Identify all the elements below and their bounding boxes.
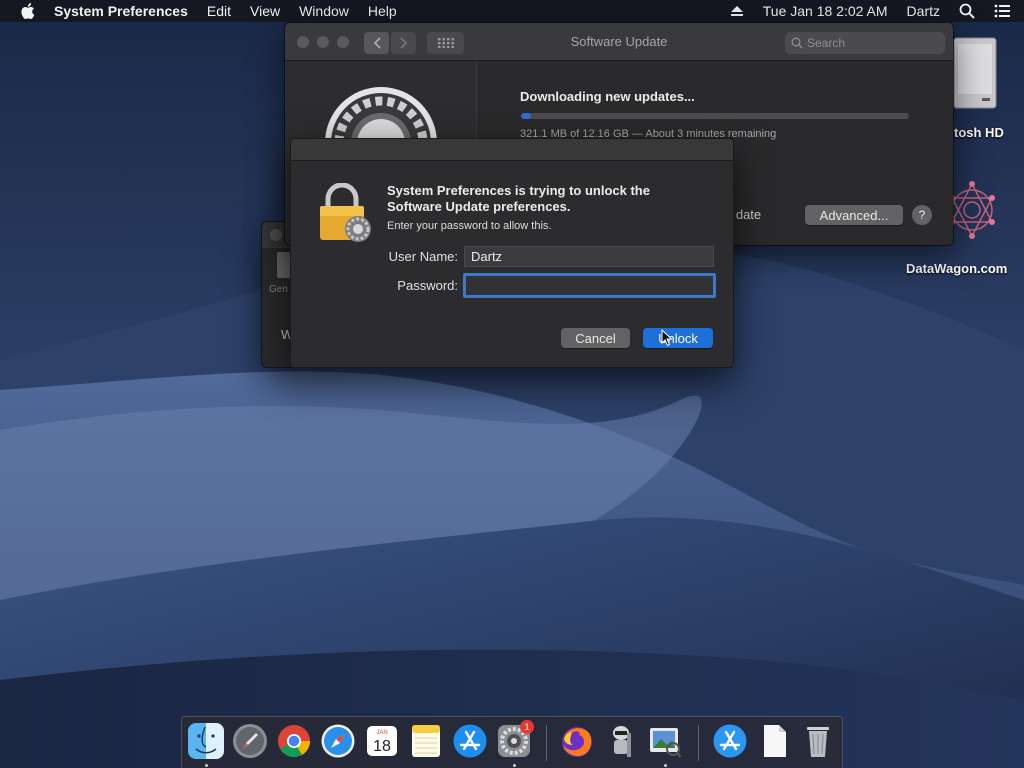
- menu-view[interactable]: View: [250, 3, 280, 19]
- firefox-icon[interactable]: [559, 723, 595, 759]
- hard-drive-label[interactable]: tosh HD: [954, 125, 1004, 140]
- document-icon[interactable]: [756, 723, 792, 759]
- back-window-pane-icon: [277, 252, 291, 278]
- menubar-clock[interactable]: Tue Jan 18 2:02 AM: [763, 3, 888, 19]
- spotlight-search-icon[interactable]: [959, 3, 975, 19]
- dialog-titlebar[interactable]: [291, 139, 733, 161]
- menu-bar: System Preferences Edit View Window Help…: [0, 0, 1024, 22]
- preview-icon[interactable]: [647, 723, 683, 759]
- username-label: User Name:: [388, 249, 458, 264]
- menubar-user[interactable]: Dartz: [907, 3, 940, 19]
- preview-running-indicator: [664, 764, 667, 767]
- app-store-icon[interactable]: [452, 723, 488, 759]
- username-field[interactable]: Dartz: [464, 246, 714, 267]
- help-button[interactable]: ?: [912, 205, 932, 225]
- safari-icon[interactable]: [320, 723, 356, 759]
- cancel-button[interactable]: Cancel: [561, 328, 630, 348]
- calendar-icon[interactable]: JAN 18: [364, 723, 400, 759]
- password-field[interactable]: [463, 273, 716, 298]
- authentication-dialog[interactable]: System Preferences is trying to unlock t…: [290, 138, 734, 368]
- calendar-month: JAN: [376, 730, 387, 736]
- menu-app-name[interactable]: System Preferences: [54, 3, 188, 19]
- menu-help[interactable]: Help: [368, 3, 397, 19]
- menu-window[interactable]: Window: [299, 3, 349, 19]
- system-preferences-badge: 1: [520, 720, 534, 734]
- datawagon-label[interactable]: DataWagon.com: [906, 261, 1007, 276]
- search-placeholder: Search: [807, 36, 846, 50]
- chrome-icon[interactable]: [276, 723, 312, 759]
- system-preferences-running-indicator: [513, 764, 516, 767]
- advanced-button[interactable]: Advanced...: [805, 205, 903, 225]
- notification-center-icon[interactable]: [994, 3, 1010, 19]
- dock-separator-2: [698, 725, 699, 761]
- apple-menu-icon[interactable]: [19, 2, 35, 20]
- launchpad-icon[interactable]: [232, 723, 268, 759]
- lock-icon: [320, 183, 371, 242]
- finder-running-indicator: [205, 764, 208, 767]
- trash-icon[interactable]: [800, 723, 836, 759]
- back-window-close-dot[interactable]: [270, 229, 282, 241]
- automator-icon[interactable]: [603, 723, 639, 759]
- app-store-folder-icon[interactable]: [712, 723, 748, 759]
- download-progress-bar: [521, 113, 909, 119]
- hard-drive-icon[interactable]: [952, 34, 998, 112]
- menu-edit[interactable]: Edit: [207, 3, 231, 19]
- dialog-heading: System Preferences is trying to unlock t…: [387, 183, 650, 214]
- download-progress-fill: [521, 113, 532, 119]
- password-label: Password:: [397, 278, 458, 293]
- software-update-titlebar[interactable]: Software Update Search: [285, 23, 953, 61]
- preferences-search-field[interactable]: Search: [785, 32, 945, 54]
- dialog-subheading: Enter your password to allow this.: [387, 220, 552, 232]
- software-update-gear-icon: [325, 87, 437, 145]
- mouse-cursor-icon: [661, 329, 673, 347]
- calendar-day: 18: [373, 738, 391, 755]
- unlock-button[interactable]: Unlock: [643, 328, 713, 348]
- eject-icon[interactable]: [730, 5, 744, 17]
- search-icon: [791, 37, 803, 49]
- dock-separator: [546, 725, 547, 761]
- back-window-pane-label: Gen: [269, 284, 288, 295]
- dock: JAN 18 1: [181, 716, 843, 768]
- finder-icon[interactable]: [188, 723, 224, 759]
- update-status-title: Downloading new updates...: [520, 89, 695, 104]
- notes-icon[interactable]: [408, 723, 444, 759]
